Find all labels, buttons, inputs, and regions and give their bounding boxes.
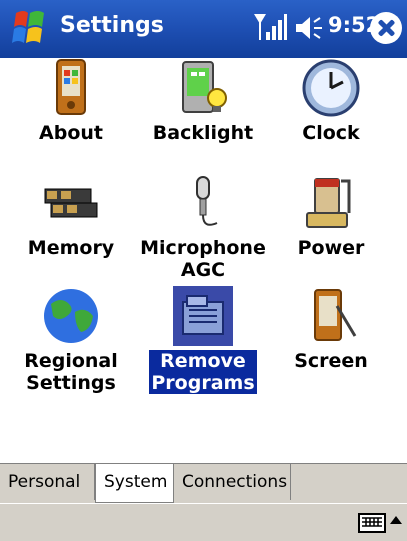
power-battery-icon	[306, 178, 351, 228]
app-remove-programs[interactable]: Remove Programs	[138, 286, 268, 394]
signal-strength-icon[interactable]	[252, 12, 288, 42]
microphone-icon	[196, 176, 218, 226]
command-bar	[0, 503, 407, 541]
windows-start-icon[interactable]	[8, 7, 50, 51]
app-label: Screen	[294, 350, 368, 372]
app-label: Remove Programs	[149, 350, 257, 394]
settings-grid: About Backlight Clock Memory Microphone …	[0, 58, 407, 463]
app-label: Power	[297, 237, 365, 259]
volume-icon[interactable]	[294, 14, 324, 42]
keyboard-icon[interactable]	[358, 512, 386, 534]
screen-stylus-icon	[314, 289, 357, 341]
app-memory[interactable]: Memory	[6, 173, 136, 259]
app-label: Backlight	[152, 122, 254, 144]
app-regional-settings[interactable]: Regional Settings	[6, 286, 136, 394]
tab-personal[interactable]: Personal	[0, 464, 95, 500]
app-label: Microphone AGC	[140, 237, 266, 281]
window-title: Settings	[60, 13, 164, 38]
title-bar: Settings 9:52	[0, 0, 407, 58]
app-label: Memory	[27, 237, 115, 259]
clock-icon	[302, 59, 360, 117]
tab-bar: Personal System Connections	[0, 463, 407, 504]
app-screen[interactable]: Screen	[266, 286, 396, 372]
app-label: Regional Settings	[24, 350, 118, 394]
app-microphone-agc[interactable]: Microphone AGC	[138, 173, 268, 281]
app-backlight[interactable]: Backlight	[138, 58, 268, 144]
input-panel-arrow-icon[interactable]	[390, 516, 402, 524]
tab-connections[interactable]: Connections	[174, 464, 291, 500]
pocketpc-device-icon	[56, 59, 86, 115]
backlight-icon	[182, 61, 227, 113]
tab-system[interactable]: System	[95, 464, 174, 503]
memory-chip-icon	[44, 188, 98, 218]
globe-icon	[44, 289, 98, 343]
app-about[interactable]: About	[6, 58, 136, 144]
close-button[interactable]	[370, 12, 402, 44]
app-power[interactable]: Power	[266, 173, 396, 259]
remove-programs-icon	[173, 286, 233, 346]
app-label: About	[39, 122, 103, 144]
app-label: Clock	[302, 122, 360, 144]
app-clock[interactable]: Clock	[266, 58, 396, 144]
